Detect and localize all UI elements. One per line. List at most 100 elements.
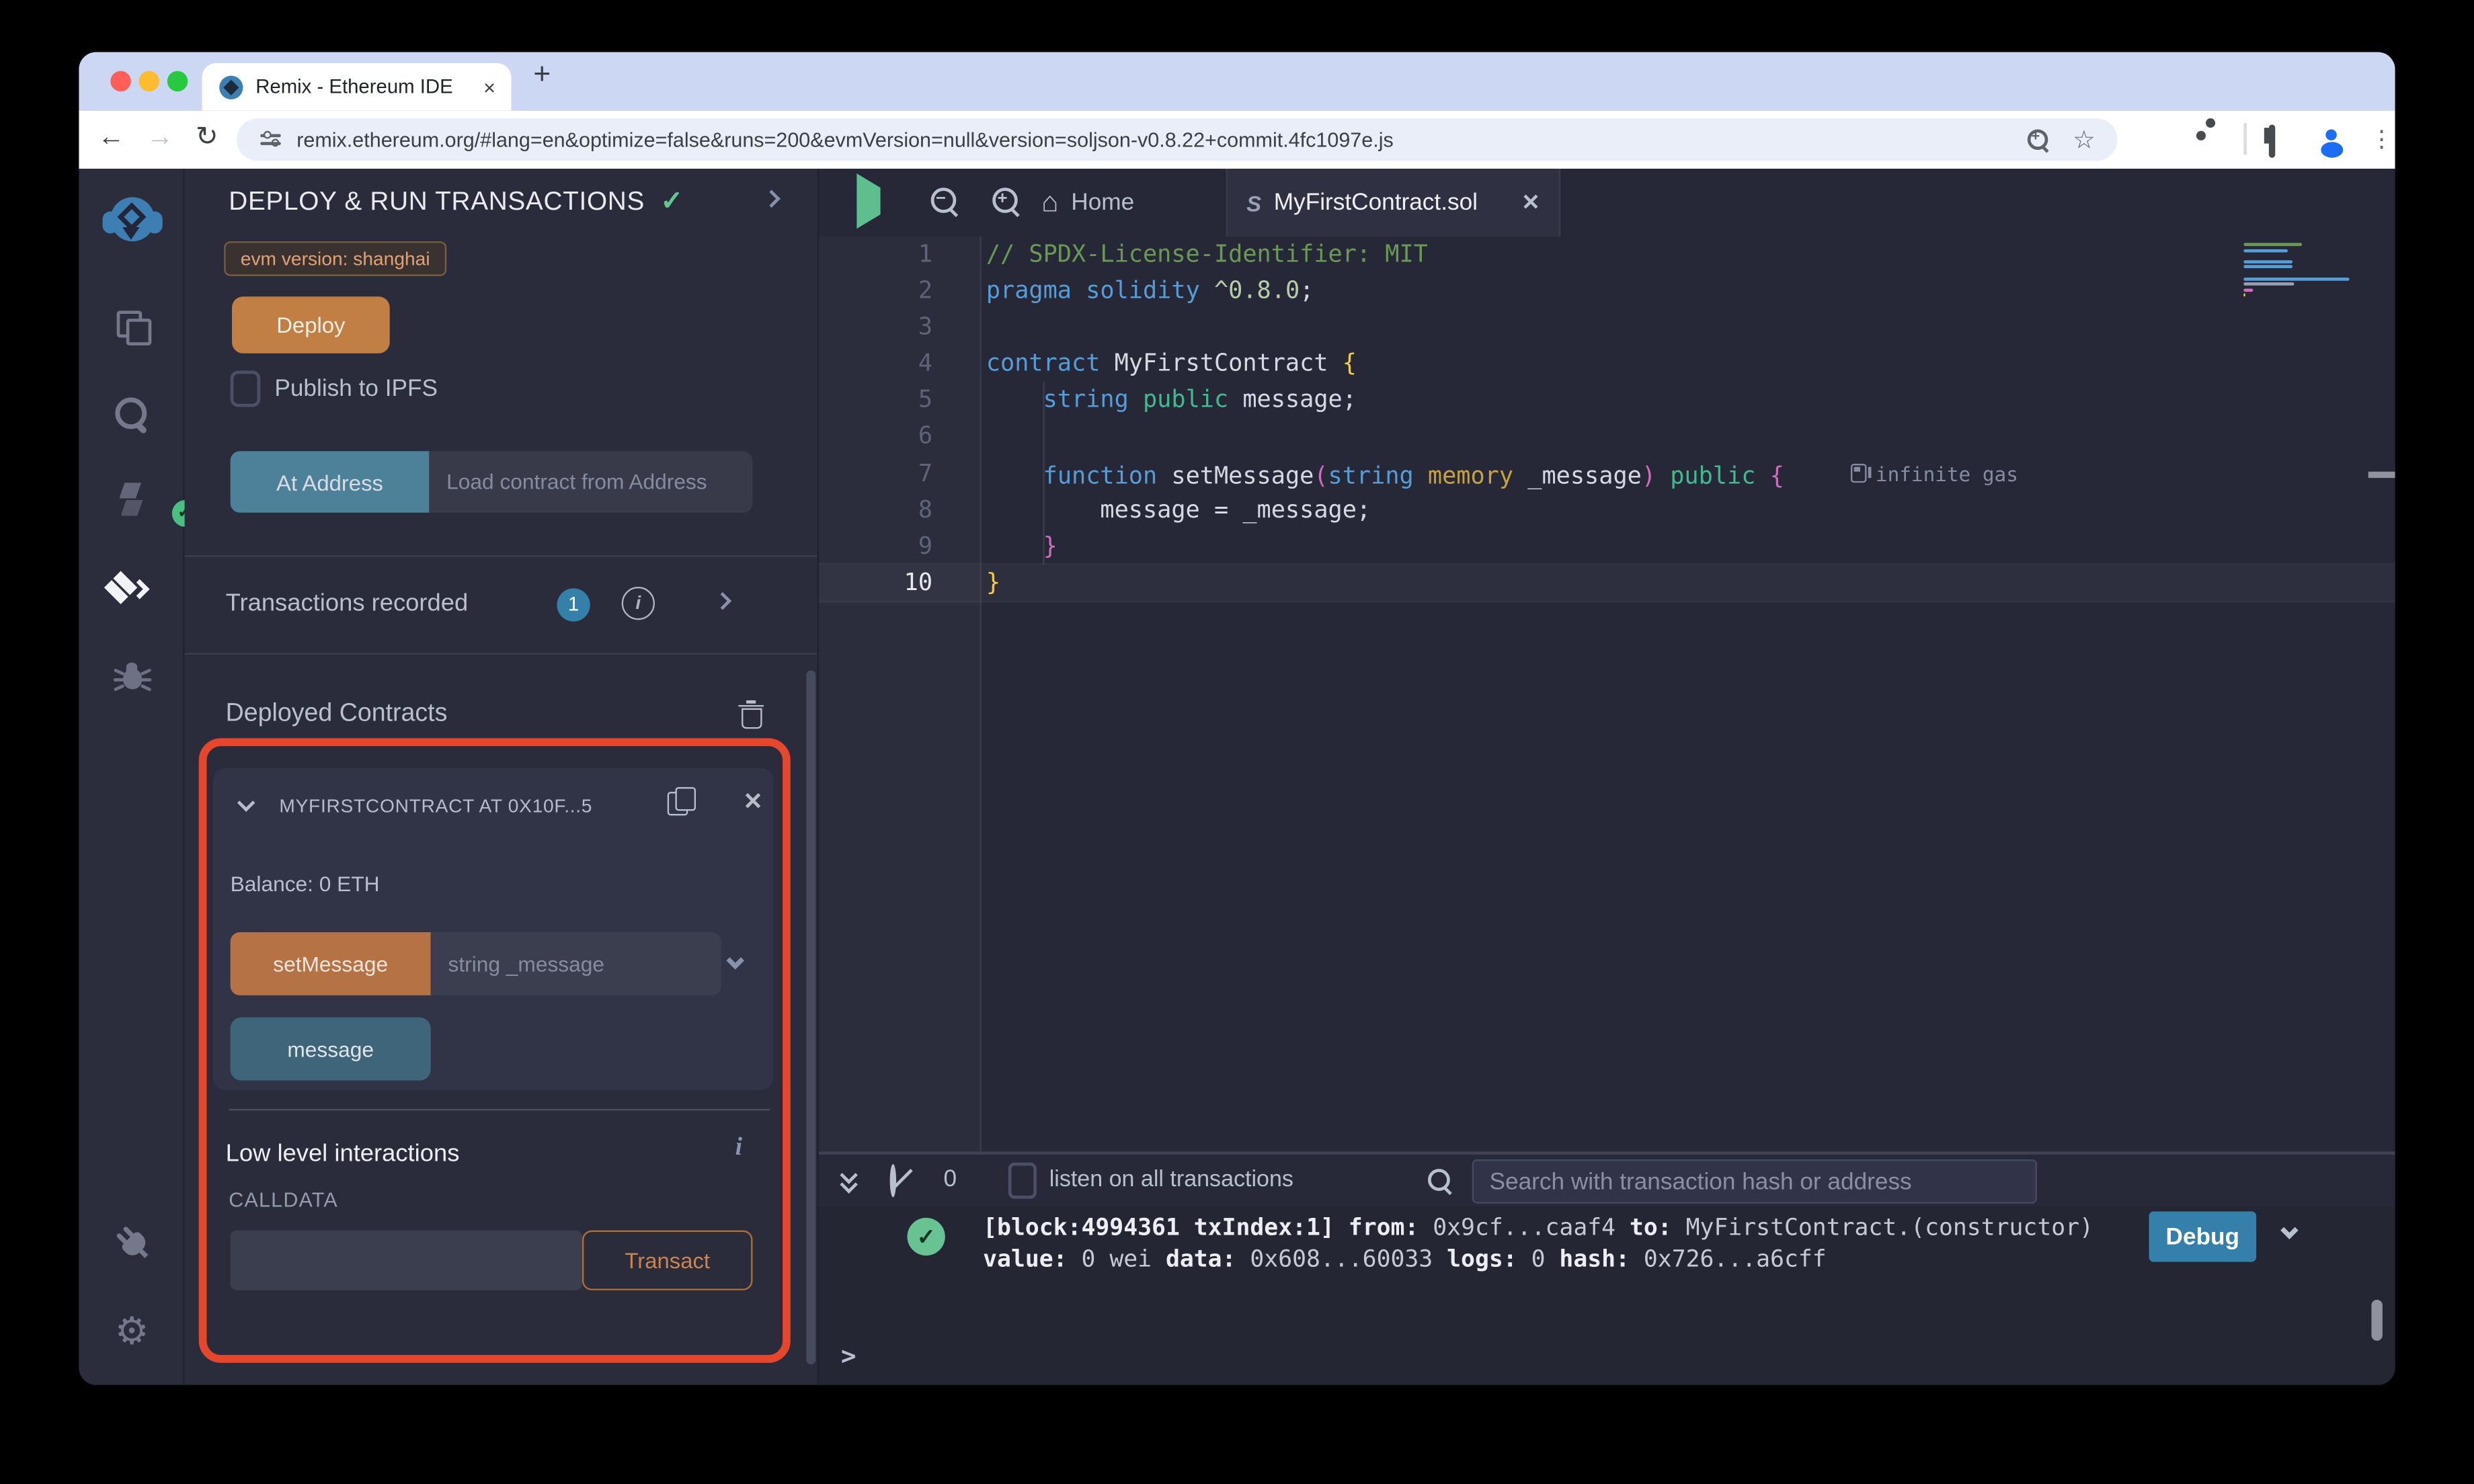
solidity-file-icon: S [1246, 190, 1262, 216]
deploy-run-icon[interactable] [79, 573, 184, 614]
code-line-7[interactable]: 7 function setMessage(string memory _mes… [819, 455, 2395, 491]
code-line-9[interactable]: 9 } [819, 528, 2395, 565]
transactions-recorded-label: Transactions recorded [225, 589, 469, 617]
search-icon[interactable] [79, 396, 184, 434]
infinite-gas-annotation: infinite gas [1850, 455, 2018, 491]
code-line-1[interactable]: 1// SPDX-License-Identifier: MIT [819, 237, 2395, 273]
settings-gear-icon[interactable]: ⚙ [79, 1313, 184, 1352]
divider [229, 1108, 770, 1111]
set-message-input[interactable] [430, 932, 721, 995]
panel-scrollbar[interactable] [806, 670, 816, 1365]
side-panel-icon[interactable] [2268, 124, 2276, 158]
file-explorer-icon[interactable] [79, 311, 184, 345]
traffic-zoom-button[interactable] [167, 71, 188, 92]
balance-label: Balance: 0 ETH [230, 872, 380, 897]
tab-file-active[interactable]: S MyFirstContract.sol ✕ [1226, 169, 1561, 237]
at-address-button[interactable]: At Address [230, 451, 430, 513]
editor-topbar: − + ⌂ Home S MyFirstContract.sol ✕ [819, 169, 2395, 237]
browser-tab[interactable]: Remix - Ethereum IDE × [202, 63, 512, 111]
transactions-expand-chevron-icon[interactable] [713, 591, 732, 610]
code-line-3[interactable]: 3 [819, 309, 2395, 345]
address-bar[interactable]: remix.ethereum.org/#lang=en&optimize=fal… [237, 118, 2118, 161]
remix-app: ✓ ⚙ [79, 169, 2395, 1385]
gas-pump-icon [1850, 464, 1871, 483]
browser-toolbar: ← → ↻ remix.ethereum.org/#lang=en&optimi… [79, 110, 2395, 169]
remix-logo-icon[interactable] [79, 197, 184, 244]
code-line-4[interactable]: 4 contract MyFirstContract { [819, 346, 2395, 382]
tx-success-icon: ✓ [907, 1217, 945, 1256]
code-lines: 1// SPDX-License-Identifier: MIT 2 pragma … [819, 237, 2395, 601]
deploy-run-panel: DEPLOY & RUN TRANSACTIONS ✓ evm version:… [184, 169, 817, 1385]
pending-tx-count: 0 [943, 1165, 957, 1193]
terminal: 0 listen on all transactions ✓ [block:49… [819, 1151, 2395, 1385]
set-message-button[interactable]: setMessage [230, 932, 431, 995]
back-icon[interactable]: ← [98, 122, 125, 153]
debug-button[interactable]: Debug [2149, 1211, 2257, 1262]
panel-collapse-chevron-icon[interactable] [762, 190, 781, 208]
tab-home[interactable]: ⌂ Home [1041, 169, 1134, 237]
browser-window: Remix - Ethereum IDE × + ← → ↻ remix.eth… [79, 52, 2395, 1385]
listen-all-label: listen on all transactions [1049, 1167, 1293, 1193]
terminal-header: 0 listen on all transactions [819, 1154, 2395, 1207]
low-level-label: Low level interactions [225, 1140, 460, 1167]
load-contract-input[interactable] [429, 451, 753, 513]
zoom-page-icon[interactable]: + [2026, 127, 2051, 153]
icon-rail: ✓ ⚙ [79, 169, 198, 1385]
solidity-compiler-icon[interactable]: ✓ [79, 481, 198, 527]
transact-button[interactable]: Transact [582, 1230, 753, 1290]
divider [184, 653, 817, 655]
code-line-6[interactable]: 6 [819, 419, 2395, 455]
url-text[interactable]: remix.ethereum.org/#lang=en&optimize=fal… [296, 128, 1394, 151]
code-line-10[interactable]: 10} [819, 565, 2395, 601]
message-getter-button[interactable]: message [230, 1017, 431, 1081]
forward-icon[interactable]: → [147, 122, 173, 153]
transactions-info-icon[interactable]: i [621, 587, 655, 620]
evm-version-badge: evm version: shanghai [224, 241, 447, 276]
reload-icon[interactable]: ↻ [196, 122, 218, 153]
divider [184, 555, 817, 557]
traffic-minimize-button[interactable] [138, 71, 160, 92]
clear-console-icon[interactable] [889, 1164, 897, 1198]
tab-title: Remix - Ethereum IDE [255, 75, 453, 98]
traffic-close-button[interactable] [110, 71, 131, 92]
file-tab-label: MyFirstContract.sol [1273, 189, 1478, 216]
terminal-prompt[interactable]: > [841, 1341, 856, 1371]
panel-title: DEPLOY & RUN TRANSACTIONS [229, 187, 645, 216]
code-line-5[interactable]: 5 string public message; [819, 382, 2395, 419]
expand-log-chevron-icon[interactable] [2280, 1221, 2299, 1239]
bookmark-star-icon[interactable]: ☆ [2073, 124, 2096, 155]
file-tab-close-icon[interactable]: ✕ [1521, 190, 1540, 216]
transactions-count-badge: 1 [557, 588, 590, 622]
publish-ipfs-checkbox[interactable] [230, 370, 261, 407]
new-tab-button[interactable]: + [533, 58, 551, 93]
tab-close-icon[interactable]: × [483, 75, 495, 98]
listen-all-checkbox[interactable] [1008, 1162, 1037, 1199]
terminal-search-input[interactable] [1472, 1159, 2037, 1204]
calldata-input[interactable] [230, 1230, 583, 1290]
publish-ipfs-label: Publish to IPFS [274, 375, 438, 403]
site-settings-icon[interactable] [260, 130, 282, 147]
contract-expand-chevron-icon[interactable] [237, 794, 255, 812]
editor-scrollbar-thumb[interactable] [2368, 471, 2395, 479]
low-level-info-icon[interactable]: i [735, 1134, 742, 1162]
browser-tabstrip: Remix - Ethereum IDE × + [79, 52, 2395, 111]
panel-check-icon: ✓ [660, 186, 683, 216]
deploy-button[interactable]: Deploy [232, 296, 390, 354]
debugger-icon[interactable] [79, 661, 184, 692]
terminal-scrollbar-thumb[interactable] [2371, 1299, 2383, 1341]
browser-menu-icon[interactable]: ⋮ [2370, 124, 2393, 153]
run-script-play-icon[interactable] [856, 173, 881, 229]
editor-minimap[interactable] [2243, 243, 2379, 299]
expand-args-chevron-icon[interactable] [726, 952, 744, 970]
code-line-8[interactable]: 8 message = _message; [819, 491, 2395, 528]
remove-contract-icon[interactable]: ✕ [743, 787, 763, 815]
toolbar-divider [2243, 123, 2247, 155]
screen: Remix - Ethereum IDE × + ← → ↻ remix.eth… [0, 0, 2474, 1484]
code-line-2[interactable]: 2 pragma solidity ^0.8.0; [819, 273, 2395, 309]
deployed-contracts-label: Deployed Contracts [225, 700, 448, 727]
code-editor[interactable]: 1// SPDX-License-Identifier: MIT 2 pragma … [819, 237, 2395, 1152]
transaction-log[interactable]: [block:4994361 txIndex:1] from: 0x9cf...… [983, 1213, 2093, 1275]
plugin-manager-icon[interactable] [79, 1223, 184, 1260]
home-tab-label: Home [1071, 189, 1135, 216]
contract-header-label[interactable]: MYFIRSTCONTRACT AT 0X10F...5 [279, 795, 655, 817]
